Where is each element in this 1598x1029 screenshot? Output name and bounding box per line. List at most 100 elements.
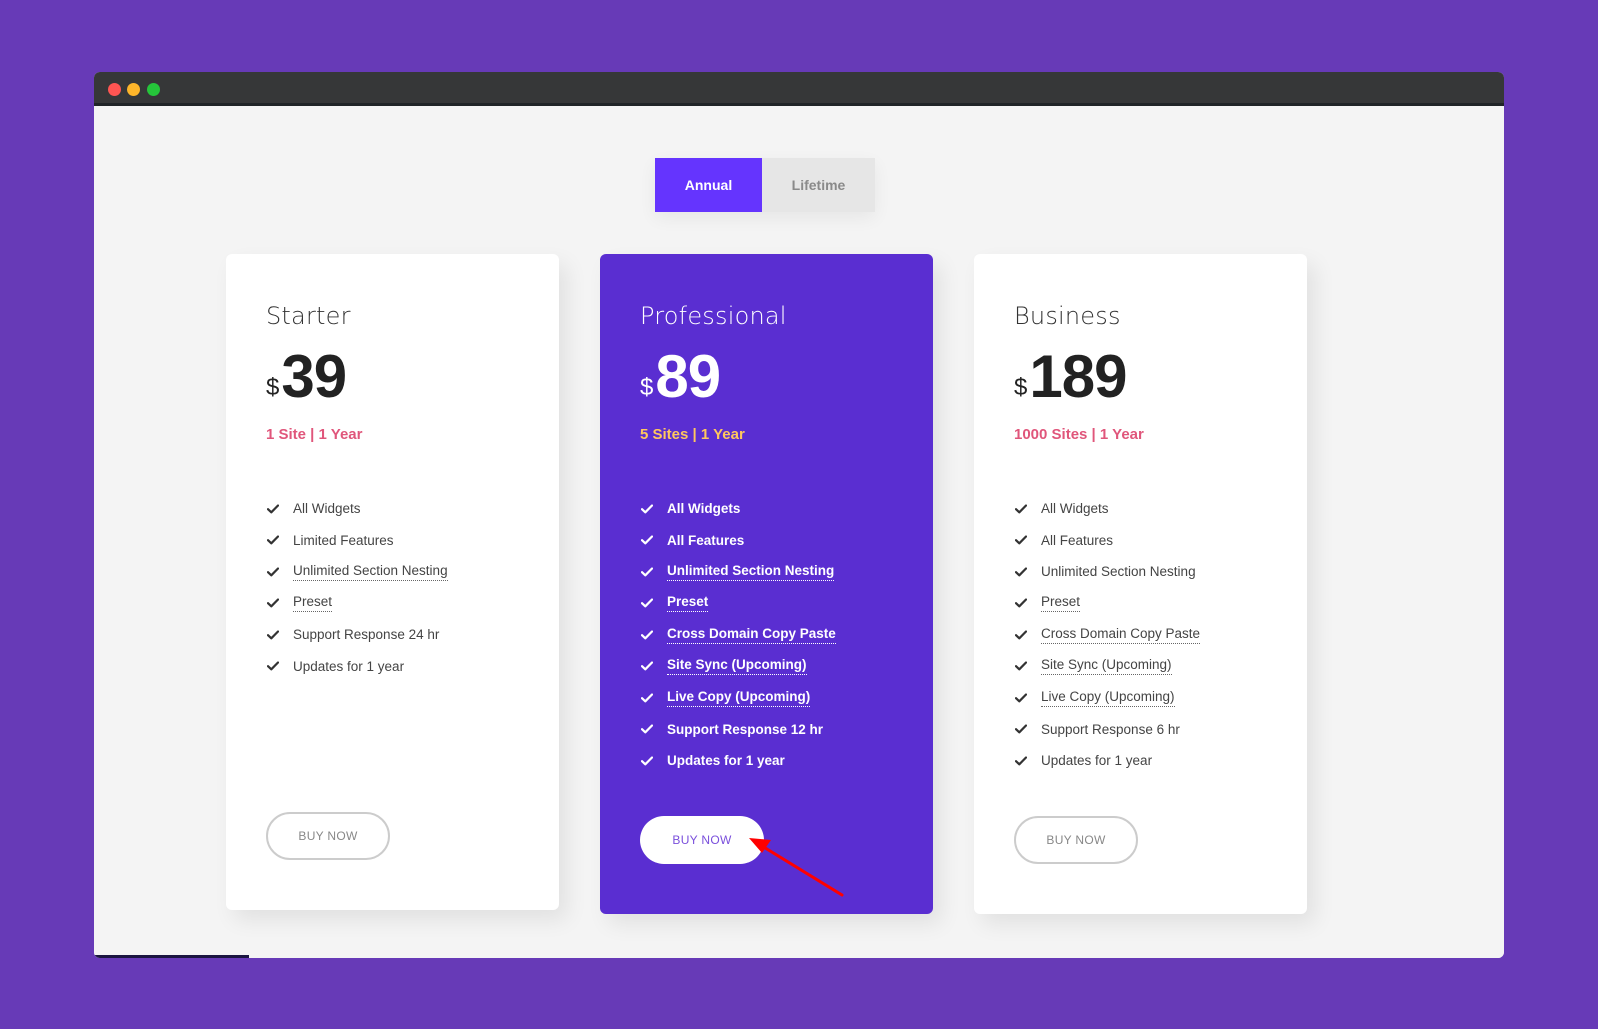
checkmark-icon (640, 754, 654, 768)
feature-list: All Widgets All Features Unlimited Section… (640, 493, 933, 777)
feature-item: Cross Domain Copy Paste (1014, 619, 1307, 651)
plan-sites-duration: 1 Site | 1 Year (266, 426, 363, 443)
price-amount: 89 (655, 343, 721, 410)
currency-symbol: $ (1014, 374, 1028, 401)
feature-text: Support Response 12 hr (667, 721, 824, 737)
feature-item: Unlimited Section Nesting (640, 556, 933, 588)
checkmark-icon (1014, 628, 1028, 642)
tab-lifetime[interactable]: Lifetime (762, 158, 875, 212)
maximize-window-icon[interactable] (147, 83, 160, 96)
checkmark-icon (640, 659, 654, 673)
checkmark-icon (266, 628, 280, 642)
feature-text: Unlimited Section Nesting (1041, 564, 1196, 580)
close-window-icon[interactable] (108, 83, 121, 96)
feature-item: Support Response 6 hr (1014, 714, 1307, 746)
feature-item: Live Copy (Upcoming) (640, 682, 933, 714)
checkmark-icon (266, 533, 280, 547)
feature-tooltip-text[interactable]: Cross Domain Copy Paste (1041, 626, 1201, 644)
checkmark-icon (1014, 533, 1028, 547)
plan-name: Professional (640, 302, 787, 330)
feature-item: Preset (640, 588, 933, 620)
minimize-window-icon[interactable] (127, 83, 140, 96)
checkmark-icon (640, 628, 654, 642)
feature-text: All Widgets (1041, 501, 1109, 517)
checkmark-icon (266, 596, 280, 610)
feature-item: All Widgets (640, 493, 933, 525)
feature-text: Updates for 1 year (293, 658, 405, 674)
currency-symbol: $ (266, 374, 280, 401)
plan-price: $ 189 (1014, 346, 1307, 408)
feature-item: Site Sync (Upcoming) (640, 651, 933, 683)
price-amount: 189 (1029, 343, 1127, 410)
plan-sites-duration: 1000 Sites | 1 Year (1014, 426, 1144, 443)
plan-price: $ 89 (640, 346, 933, 408)
feature-tooltip-text[interactable]: Preset (1041, 594, 1081, 613)
scroll-indicator (94, 955, 249, 958)
feature-tooltip-text[interactable]: Cross Domain Copy Paste (667, 626, 836, 644)
feature-text: All Widgets (667, 501, 741, 517)
checkmark-icon (1014, 596, 1028, 610)
checkmark-icon (640, 533, 654, 547)
feature-item: Updates for 1 year (266, 651, 559, 683)
plan-price: $ 39 (266, 346, 559, 408)
currency-symbol: $ (640, 374, 654, 401)
feature-item: Support Response 12 hr (640, 714, 933, 746)
checkmark-icon (640, 502, 654, 516)
buy-now-button[interactable]: BUY NOW (1014, 816, 1138, 864)
feature-item: All Widgets (1014, 493, 1307, 525)
checkmark-icon (640, 722, 654, 736)
feature-tooltip-text[interactable]: Unlimited Section Nesting (667, 563, 835, 581)
checkmark-icon (640, 596, 654, 610)
tab-annual[interactable]: Annual (655, 158, 762, 212)
buy-now-button[interactable]: BUY NOW (266, 812, 390, 860)
plan-name: Business (1014, 302, 1121, 330)
feature-text: Updates for 1 year (667, 753, 785, 769)
pricing-card-starter: Starter $ 39 1 Site | 1 Year All Widgets… (226, 254, 559, 910)
pricing-card-professional: Professional $ 89 5 Sites | 1 Year All W… (600, 254, 933, 914)
price-amount: 39 (281, 343, 347, 410)
feature-text: All Widgets (293, 501, 361, 517)
feature-item: Support Response 24 hr (266, 619, 559, 651)
feature-tooltip-text[interactable]: Live Copy (Upcoming) (1041, 689, 1175, 707)
checkmark-icon (1014, 565, 1028, 579)
billing-period-toggle: Annual Lifetime (655, 158, 875, 212)
pricing-section: Annual Lifetime Starter $ 39 1 Site | 1 … (94, 106, 1504, 958)
plan-sites-duration: 5 Sites | 1 Year (640, 426, 745, 443)
checkmark-icon (266, 502, 280, 516)
feature-tooltip-text[interactable]: Preset (293, 594, 333, 613)
feature-item: Unlimited Section Nesting (266, 556, 559, 588)
feature-list: All Widgets All Features Unlimited Section… (1014, 493, 1307, 777)
feature-item: Updates for 1 year (1014, 745, 1307, 777)
feature-item: Unlimited Section Nesting (1014, 556, 1307, 588)
feature-tooltip-text[interactable]: Preset (667, 594, 709, 613)
feature-tooltip-text[interactable]: Live Copy (Upcoming) (667, 689, 811, 707)
feature-text: Limited Features (293, 532, 394, 548)
checkmark-icon (640, 565, 654, 579)
feature-text: All Features (667, 532, 745, 548)
feature-text: Support Response 24 hr (293, 627, 440, 643)
feature-text: All Features (1041, 532, 1114, 548)
feature-item: All Features (640, 525, 933, 557)
feature-item: All Widgets (266, 493, 559, 525)
feature-text: Support Response 6 hr (1041, 721, 1180, 737)
feature-item: Preset (266, 588, 559, 620)
buy-now-button[interactable]: BUY NOW (640, 816, 764, 864)
checkmark-icon (1014, 722, 1028, 736)
checkmark-icon (1014, 691, 1028, 705)
feature-item: Site Sync (Upcoming) (1014, 651, 1307, 683)
feature-item: All Features (1014, 525, 1307, 557)
feature-tooltip-text[interactable]: Site Sync (Upcoming) (1041, 657, 1172, 676)
checkmark-icon (1014, 502, 1028, 516)
checkmark-icon (640, 691, 654, 705)
feature-list: All Widgets Limited Features Unlimited Sec… (266, 493, 559, 682)
window-titlebar (94, 72, 1504, 106)
feature-tooltip-text[interactable]: Site Sync (Upcoming) (667, 657, 807, 676)
feature-text: Updates for 1 year (1041, 753, 1153, 769)
plan-name: Starter (266, 302, 351, 330)
pricing-card-business: Business $ 189 1000 Sites | 1 Year All W… (974, 254, 1307, 914)
feature-tooltip-text[interactable]: Unlimited Section Nesting (293, 563, 448, 581)
feature-item: Updates for 1 year (640, 745, 933, 777)
checkmark-icon (266, 565, 280, 579)
feature-item: Live Copy (Upcoming) (1014, 682, 1307, 714)
browser-window: Annual Lifetime Starter $ 39 1 Site | 1 … (94, 72, 1504, 958)
